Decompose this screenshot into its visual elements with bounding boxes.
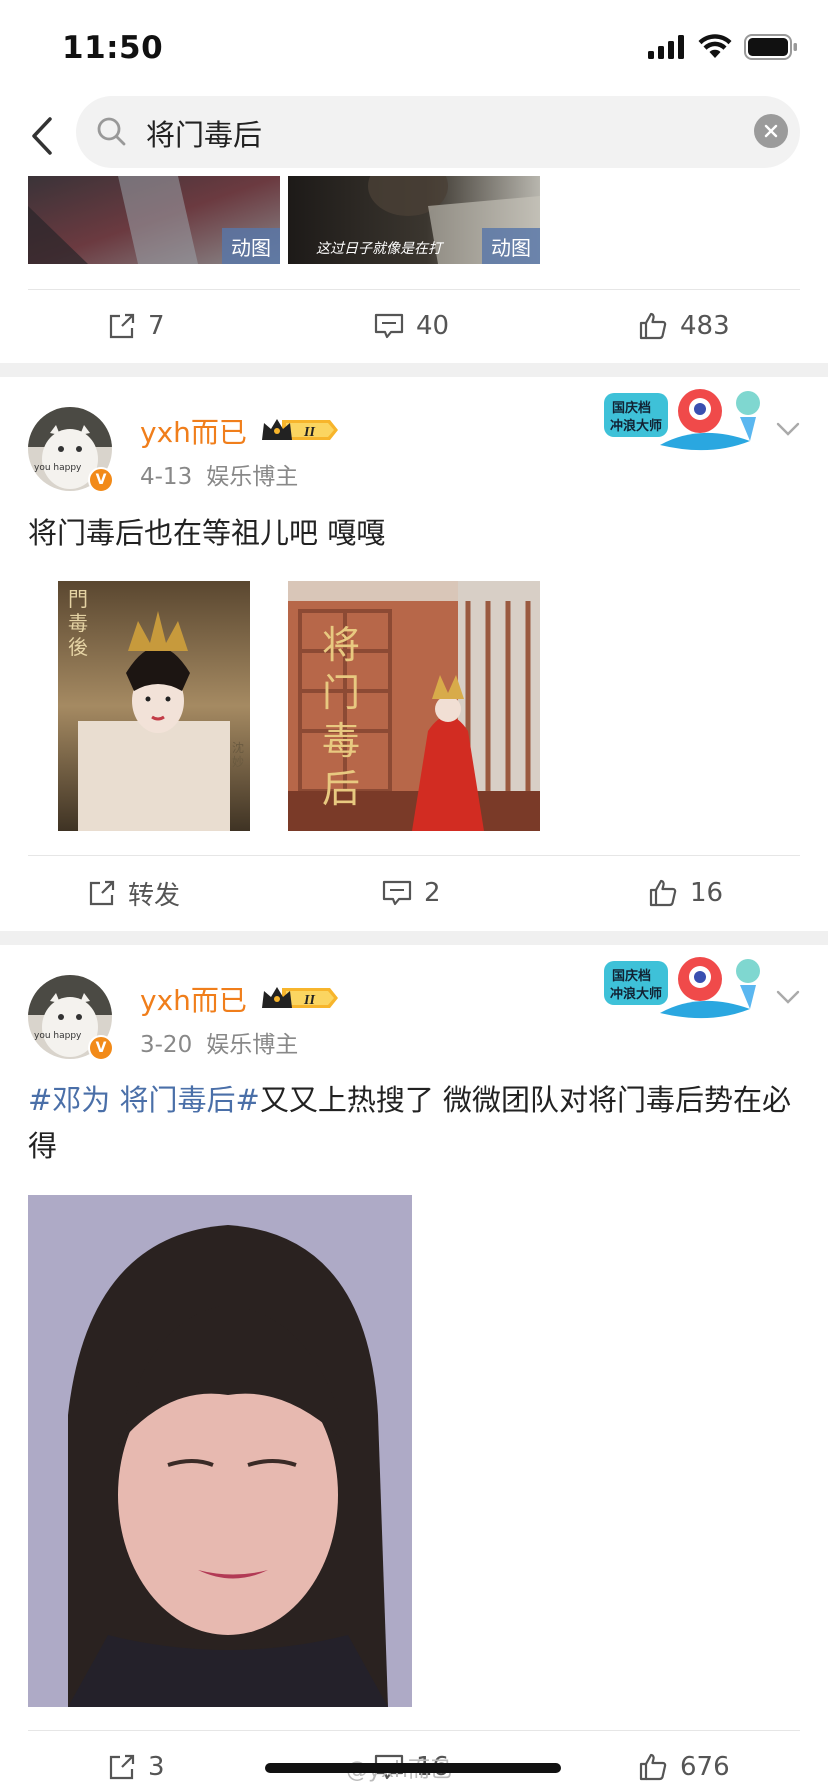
share-icon <box>109 313 135 339</box>
vip-crown-icon: II <box>262 987 338 1008</box>
divider <box>28 855 800 856</box>
vip-level: II <box>303 993 315 1008</box>
user-category: 娱乐博主 <box>206 1032 299 1058</box>
comment-count: 40 <box>416 311 450 341</box>
gif-caption: 这过日子就像是在打 <box>316 241 442 257</box>
home-indicator[interactable] <box>265 1763 561 1773</box>
avatar-caption: you happy <box>34 463 82 473</box>
thumbs-up-icon <box>639 312 667 340</box>
user-category: 娱乐博主 <box>206 464 299 490</box>
like-button[interactable]: 483 <box>638 290 730 362</box>
gif-badge: 动图 <box>482 228 540 264</box>
close-icon <box>764 124 778 138</box>
campaign-line1: 国庆档 <box>612 401 652 416</box>
post-photo <box>28 1195 412 1707</box>
gif-thumbnail[interactable]: 这过日子就像是在打 动图 <box>288 176 540 264</box>
verified-badge: V <box>88 1035 114 1061</box>
back-button[interactable] <box>20 108 64 164</box>
post-meta: 4-13 娱乐博主 <box>140 457 298 491</box>
previous-post-images: 动图 这过日子就像是在打 动图 <box>0 176 828 266</box>
search-icon <box>97 117 126 146</box>
post-text: #邓为 将门毒后#又又上热搜了 微微团队对将门毒后势在必得 <box>28 1077 800 1169</box>
comment-icon <box>382 880 412 906</box>
wifi-icon <box>698 34 732 58</box>
share-icon <box>89 880 115 906</box>
status-bar: 11:50 <box>0 0 828 96</box>
campaign-line2: 冲浪大师 <box>610 419 663 434</box>
feed-post: you happy V yxh而已 II 4-13 娱乐博主 国庆档 冲浪大师 将… <box>0 377 828 931</box>
like-button[interactable]: 676 <box>638 1731 730 1792</box>
poster-signature: 沈妙 <box>232 741 245 769</box>
post-action-bar: 7 40 483 <box>0 290 828 362</box>
post-action-bar: 转发 2 16 <box>0 857 828 929</box>
post-date: 4-13 <box>140 464 193 490</box>
campaign-badge[interactable]: 国庆档 冲浪大师 <box>600 383 770 461</box>
search-query: 将门毒后 <box>146 118 263 152</box>
hashtag-link[interactable]: #邓为 将门毒后# <box>28 1083 260 1117</box>
verified-badge: V <box>88 467 114 493</box>
comment-icon <box>374 313 404 339</box>
post-text: 将门毒后也在等祖儿吧 嘎嘎 <box>28 516 386 550</box>
search-input[interactable]: 将门毒后 <box>76 96 800 168</box>
repost-label: 转发 <box>128 880 181 911</box>
chevron-down-icon[interactable] <box>776 989 800 1005</box>
like-count: 483 <box>680 311 730 341</box>
vip-level: II <box>303 425 315 440</box>
repost-count: 3 <box>148 1752 165 1782</box>
campaign-line1: 国庆档 <box>612 969 652 984</box>
gif-thumbnail[interactable]: 动图 <box>28 176 280 264</box>
feed-separator <box>0 931 828 945</box>
like-button[interactable]: 16 <box>648 857 723 929</box>
status-icons <box>648 34 798 60</box>
like-count: 676 <box>680 1752 730 1782</box>
feed-separator <box>0 363 828 377</box>
post-meta: 3-20 娱乐博主 <box>140 1025 298 1059</box>
post-image[interactable]: 門毒後 沈妙 <box>58 581 250 831</box>
comment-button[interactable]: 2 <box>382 857 441 929</box>
share-icon <box>109 1754 135 1780</box>
repost-count: 7 <box>148 311 165 341</box>
cellular-signal-icon <box>648 35 684 59</box>
battery-icon <box>744 34 797 60</box>
feed-post: you happy V yxh而已 II 3-20 娱乐博主 国庆档 冲浪大师 #… <box>0 945 828 1792</box>
chevron-down-icon[interactable] <box>776 421 800 437</box>
vip-crown-icon: II <box>262 419 338 440</box>
comment-count: 2 <box>424 878 441 908</box>
post-image[interactable]: 将门毒后 <box>288 581 540 831</box>
poster-title: 将门毒后 <box>322 623 361 811</box>
avatar-caption: you happy <box>34 1031 82 1041</box>
thumbs-up-icon <box>639 1753 667 1781</box>
repost-button[interactable]: 7 <box>108 290 165 362</box>
username[interactable]: yxh而已 <box>140 411 247 451</box>
campaign-line2: 冲浪大师 <box>610 987 663 1002</box>
comment-button[interactable]: 40 <box>374 290 449 362</box>
search-row: 将门毒后 <box>0 96 828 176</box>
like-count: 16 <box>690 878 724 908</box>
post-image[interactable] <box>28 1195 412 1707</box>
repost-button[interactable]: 转发 <box>88 857 180 929</box>
clear-search-button[interactable] <box>754 114 788 148</box>
campaign-badge[interactable]: 国庆档 冲浪大师 <box>600 951 770 1029</box>
thumbs-up-icon <box>649 879 677 907</box>
back-arrow-icon <box>32 117 52 155</box>
poster-title: 門毒後 <box>68 587 88 659</box>
status-time: 11:50 <box>62 30 164 66</box>
post-date: 3-20 <box>140 1032 193 1058</box>
gif-badge: 动图 <box>222 228 280 264</box>
username[interactable]: yxh而已 <box>140 979 247 1019</box>
repost-button[interactable]: 3 <box>108 1731 165 1792</box>
